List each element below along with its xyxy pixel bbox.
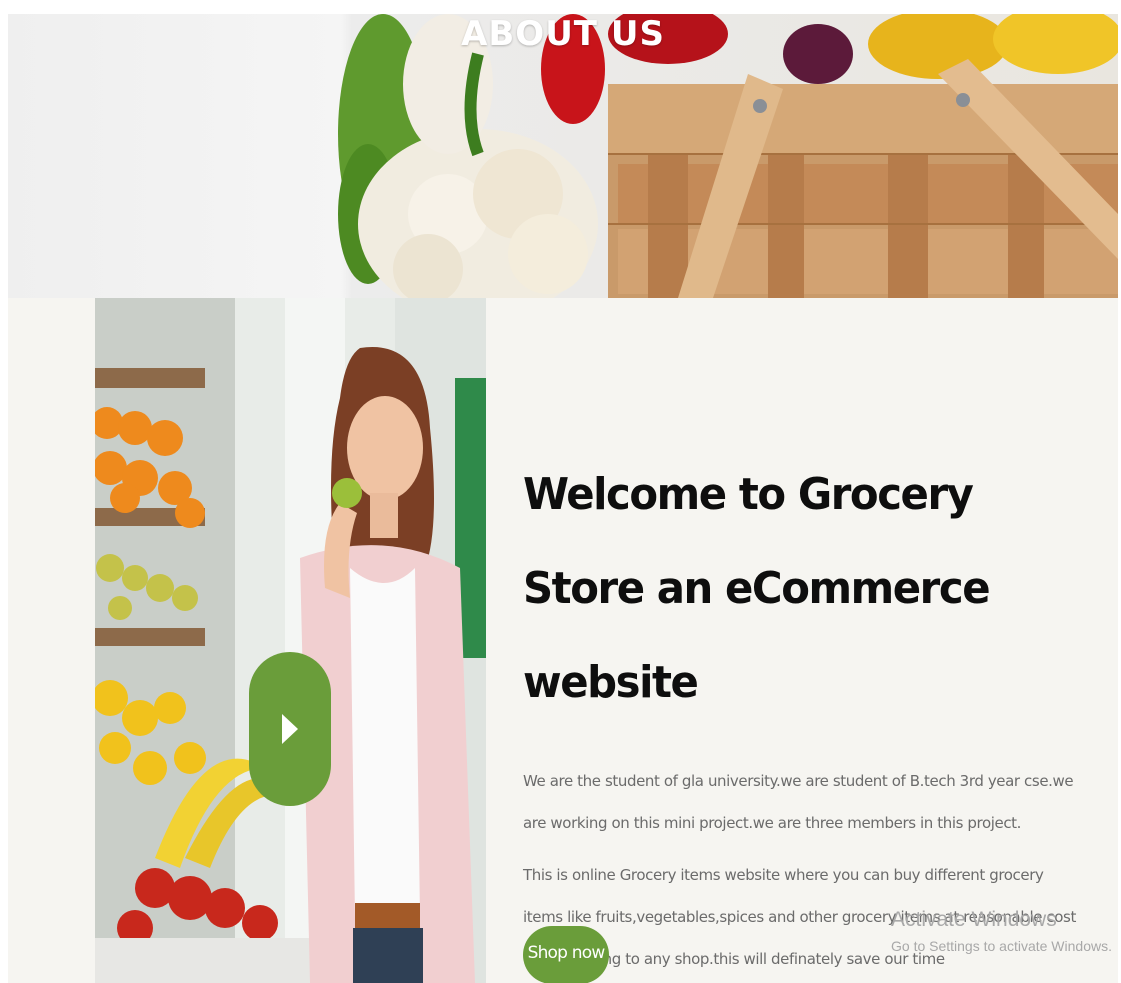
about-text-block: Welcome to Grocery Store an eCommerce we… (523, 448, 1083, 980)
activate-windows-title: Activate Windows (891, 908, 1057, 931)
welcome-heading: Welcome to Grocery Store an eCommerce we… (523, 469, 991, 708)
hero-banner: ABOUT US (8, 14, 1118, 298)
woman-with-apple-image (95, 298, 486, 983)
about-paragraph-1: We are the student of gla university.we … (523, 772, 1074, 832)
page: ABOUT US Welcome to Grocery Store an eCo… (0, 0, 1121, 983)
shop-now-button[interactable]: Shop now (523, 926, 609, 983)
activate-windows-watermark: Activate Windows Go to Settings to activ… (891, 904, 1112, 956)
activate-windows-subtitle: Go to Settings to activate Windows. (891, 938, 1112, 954)
about-section: Welcome to Grocery Store an eCommerce we… (8, 298, 1118, 983)
play-icon (282, 714, 298, 744)
play-video-button[interactable] (249, 652, 331, 806)
hero-grocery-basket-image (338, 14, 1118, 298)
hero-title: ABOUT US (461, 14, 665, 54)
store-photo-illustration (95, 298, 486, 983)
